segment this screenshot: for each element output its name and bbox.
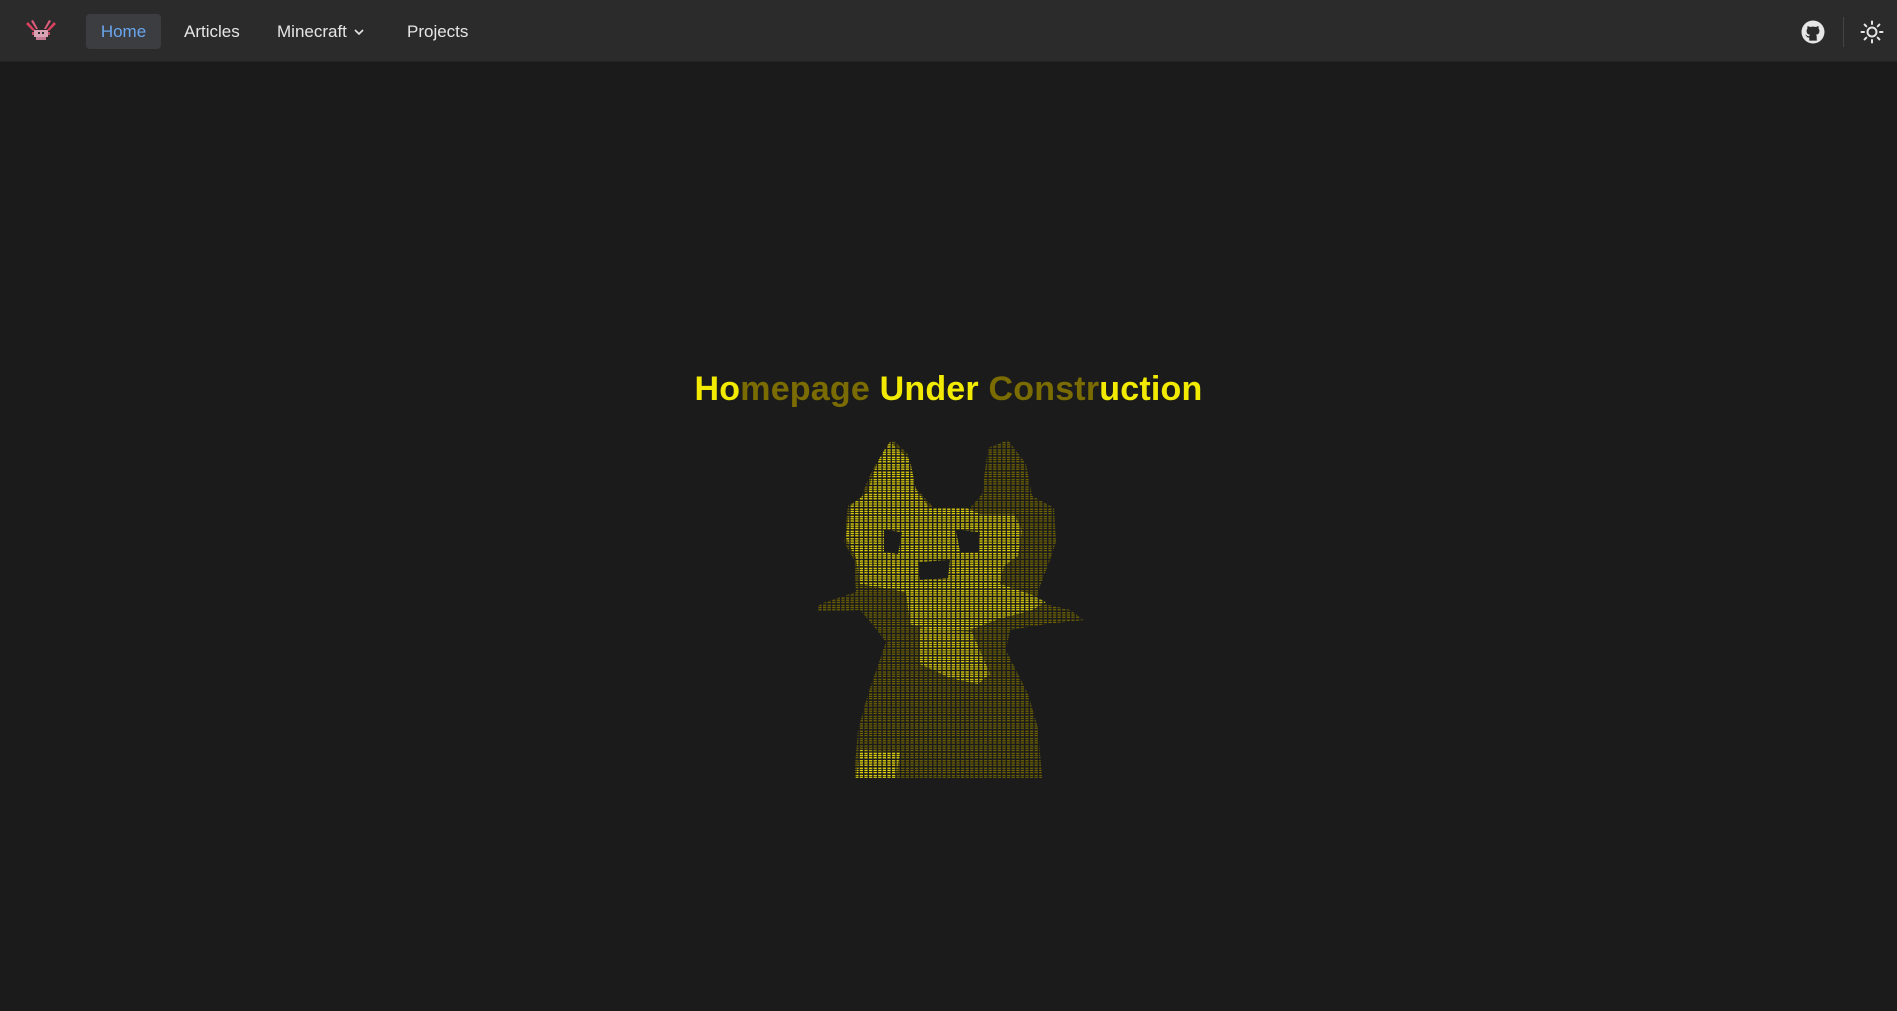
github-icon[interactable] xyxy=(1801,20,1825,44)
nav-home[interactable]: Home xyxy=(86,14,161,49)
nav-minecraft-dropdown[interactable]: Minecraft xyxy=(277,14,365,49)
nav-minecraft-label: Minecraft xyxy=(277,22,347,41)
title-part: Ho xyxy=(694,370,741,408)
nav-projects[interactable]: Projects xyxy=(407,14,468,49)
ascii-art-figure-icon xyxy=(816,440,1084,778)
sun-icon[interactable] xyxy=(1860,20,1884,44)
title-part: Constr xyxy=(988,370,1100,408)
top-navbar: Home Articles Minecraft Projects xyxy=(0,0,1897,62)
title-part: Under xyxy=(869,370,989,408)
title-part: mepage xyxy=(740,370,870,408)
title-part: uction xyxy=(1099,370,1203,408)
crab-logo-icon[interactable] xyxy=(26,20,56,42)
chevron-down-icon xyxy=(354,29,364,36)
navbar-divider xyxy=(1843,17,1844,47)
nav-articles[interactable]: Articles xyxy=(184,14,240,49)
page-title: Homepage Under Construction xyxy=(0,370,1897,409)
